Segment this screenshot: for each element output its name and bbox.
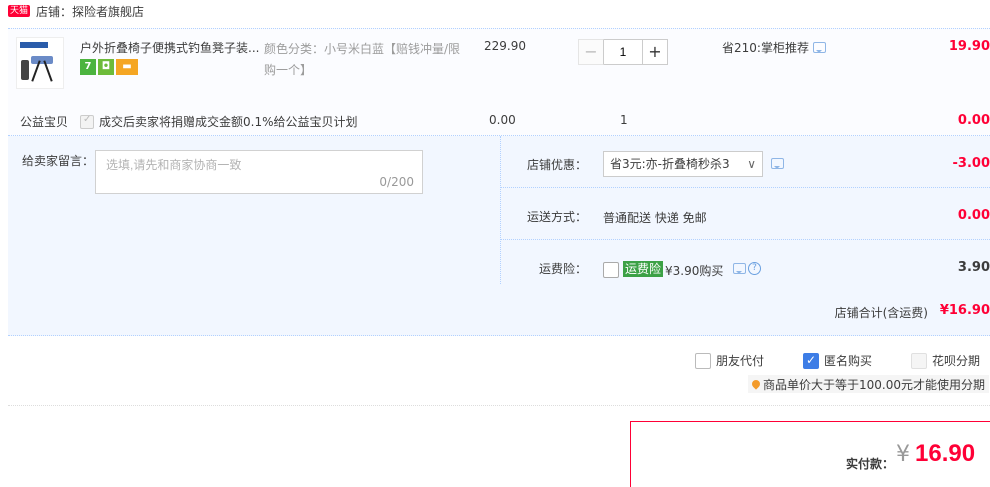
charity-checkbox[interactable] bbox=[80, 114, 94, 129]
friend-pay-option[interactable]: 朋友代付 bbox=[695, 352, 764, 369]
anonymous-label: 匿名购买 bbox=[824, 354, 873, 368]
shipping-value: 0.00 bbox=[957, 208, 990, 223]
decrease-button[interactable]: − bbox=[578, 39, 604, 65]
charity-qty: 1 bbox=[620, 113, 628, 127]
chevron-down-icon: ∨ bbox=[747, 157, 756, 171]
shipping-label: 运送方式： bbox=[527, 210, 588, 224]
huabei-checkbox[interactable] bbox=[911, 352, 927, 369]
anonymous-checkbox[interactable] bbox=[803, 352, 819, 369]
quantity-stepper: − + bbox=[578, 39, 668, 65]
coupon-row: 店铺优惠： 省3元:亦-折叠椅秒杀3 ∨ -3.00 bbox=[501, 136, 990, 188]
message-icon[interactable] bbox=[812, 42, 826, 53]
coupon-selected: 省3元:亦-折叠椅秒杀3 bbox=[610, 157, 730, 171]
shop-total-label: 店铺合计(含运费) bbox=[834, 306, 928, 320]
huabei-option[interactable]: 花呗分期 bbox=[911, 352, 980, 369]
insurance-icons: ? bbox=[733, 262, 761, 275]
message-icon[interactable] bbox=[771, 158, 784, 169]
payment-summary: 实付款： ¥ 16.90 bbox=[630, 421, 990, 487]
insurance-value: 3.90 bbox=[957, 260, 990, 275]
charity-subtotal: 0.00 bbox=[957, 113, 990, 128]
insurance-label: 运费险： bbox=[539, 262, 588, 276]
quantity-input[interactable] bbox=[604, 39, 642, 65]
service-icons: 7 ◘ ▬ bbox=[80, 59, 138, 75]
cart-item: 户外折叠椅子便携式钓鱼凳子装... 7 ◘ ▬ 颜色分类：小号米白蓝【赔钱冲量/… bbox=[8, 28, 990, 136]
location-pin-icon bbox=[750, 378, 762, 390]
shipping-row: 运送方式： 普通配送 快递 免邮 0.00 bbox=[501, 188, 990, 240]
huabei-note: 商品单价大于等于100.00元才能使用分期 bbox=[748, 375, 989, 393]
charity-text: 成交后卖家将捐赠成交金额0.1%给公益宝贝计划 bbox=[99, 115, 358, 129]
anonymous-option[interactable]: 匿名购买 bbox=[803, 352, 872, 369]
sku-info: 颜色分类：小号米白蓝【赔钱冲量/限购一个】 bbox=[264, 42, 461, 77]
shield-icon[interactable]: ◘ bbox=[98, 59, 114, 75]
charity-price: 0.00 bbox=[489, 113, 516, 127]
seller-message-input[interactable] bbox=[96, 151, 422, 193]
shipping-method: 普通配送 快递 免邮 bbox=[603, 211, 707, 225]
seven-day-return-icon[interactable]: 7 bbox=[80, 59, 96, 75]
saving-text: 省210:掌柜推荐 bbox=[722, 41, 809, 55]
tmall-badge: 天猫 bbox=[8, 5, 31, 17]
message-icon[interactable] bbox=[733, 263, 746, 274]
friend-pay-checkbox[interactable] bbox=[695, 352, 711, 369]
coupon-select[interactable]: 省3元:亦-折叠椅秒杀3 ∨ bbox=[603, 151, 763, 177]
currency-symbol: ¥ bbox=[896, 442, 910, 467]
saving-info: 省210:掌柜推荐 bbox=[722, 39, 826, 56]
divider bbox=[8, 405, 990, 406]
message-box: 0/200 bbox=[95, 150, 423, 194]
product-title[interactable]: 户外折叠椅子便携式钓鱼凳子装... bbox=[80, 39, 265, 56]
order-extras: 给卖家留言： 0/200 店铺优惠： 省3元:亦-折叠椅秒杀3 ∨ -3.00 … bbox=[8, 136, 990, 336]
insurance-row: 运费险： 运费险 ¥3.90购买 ? 3.90 bbox=[501, 240, 990, 284]
shop-total-row: 店铺合计(含运费) ¥16.90 bbox=[8, 284, 990, 336]
message-label: 给卖家留言： bbox=[22, 154, 95, 168]
huabei-label: 花呗分期 bbox=[932, 354, 981, 368]
shop-name[interactable]: 店铺：探险者旗舰店 bbox=[36, 3, 144, 20]
huabei-note-text: 商品单价大于等于100.00元才能使用分期 bbox=[763, 377, 985, 392]
friend-pay-label: 朋友代付 bbox=[716, 354, 765, 368]
shop-header: 天猫 店铺：探险者旗舰店 bbox=[8, 0, 144, 22]
shop-total-value: ¥16.90 bbox=[939, 303, 990, 318]
item-subtotal: 19.90 bbox=[948, 39, 990, 54]
coupon-value: -3.00 bbox=[952, 156, 990, 171]
unit-price: 229.90 bbox=[484, 39, 526, 53]
insurance-checkbox[interactable] bbox=[603, 262, 619, 278]
insurance-badge: 运费险 bbox=[623, 261, 664, 277]
charity-label: 公益宝贝 bbox=[20, 115, 69, 129]
charity-option: 成交后卖家将捐赠成交金额0.1%给公益宝贝计划 bbox=[80, 113, 358, 130]
increase-button[interactable]: + bbox=[642, 39, 668, 65]
payment-label: 实付款： bbox=[846, 457, 895, 471]
coupon-label: 店铺优惠： bbox=[527, 158, 588, 172]
insurance-price: ¥3.90购买 bbox=[665, 264, 724, 278]
message-counter: 0/200 bbox=[379, 175, 414, 189]
help-icon[interactable]: ? bbox=[748, 262, 761, 275]
payment-amount: 16.90 bbox=[915, 440, 976, 467]
card-icon[interactable]: ▬ bbox=[116, 59, 138, 75]
product-thumbnail[interactable] bbox=[16, 37, 64, 89]
